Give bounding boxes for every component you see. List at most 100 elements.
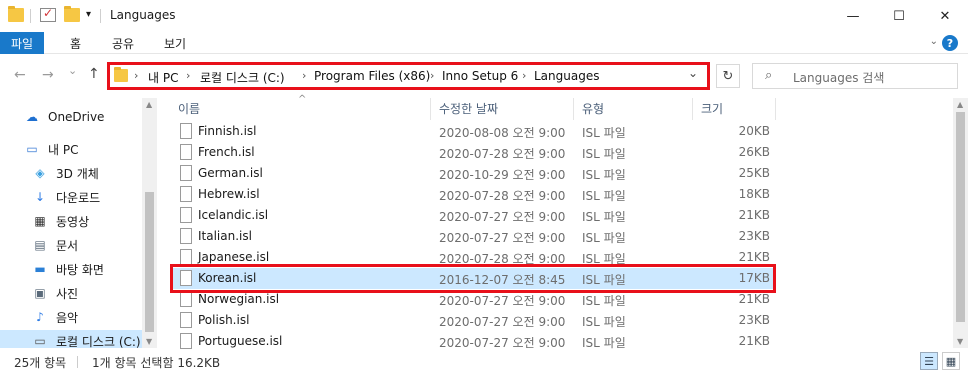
address-dropdown-icon[interactable]: ⌄ xyxy=(688,66,698,80)
column-size[interactable]: 크기 xyxy=(693,98,776,120)
help-button[interactable]: ? xyxy=(942,35,958,51)
scroll-up-icon[interactable]: ▲ xyxy=(957,100,963,109)
file-type: ISL 파일 xyxy=(582,210,626,224)
refresh-button[interactable]: ↻ xyxy=(716,64,740,88)
back-button[interactable]: ← xyxy=(14,67,26,83)
recent-locations-button[interactable]: ⌄ xyxy=(68,64,77,77)
file-type: ISL 파일 xyxy=(582,168,626,182)
scroll-up-icon[interactable]: ▲ xyxy=(146,100,152,109)
divider xyxy=(77,356,78,368)
sidebar-item-local-disk[interactable]: ▭ 로컬 디스크 (C:) xyxy=(0,330,142,348)
large-icons-view-button[interactable]: ▦ xyxy=(942,352,960,370)
sidebar-item-documents[interactable]: ▤ 문서 xyxy=(0,234,140,256)
sidebar-item-label: 내 PC xyxy=(48,142,79,157)
file-type: ISL 파일 xyxy=(582,231,626,245)
table-row[interactable]: Finnish.isl 2020-08-08 오전 9:00 ISL 파일 20KB xyxy=(170,121,776,142)
file-date: 2020-10-29 오전 9:00 xyxy=(439,168,566,182)
breadcrumb-this-pc[interactable]: 내 PC xyxy=(148,69,178,86)
breadcrumb-program-files[interactable]: Program Files (x86) xyxy=(314,69,430,83)
breadcrumb-separator[interactable]: › xyxy=(302,69,306,82)
table-row[interactable]: Polish.isl 2020-07-27 오전 9:00 ISL 파일 23KB xyxy=(170,310,776,331)
table-row[interactable]: Hebrew.isl 2020-07-28 오전 9:00 ISL 파일 18KB xyxy=(170,184,776,205)
tab-view[interactable]: 보기 xyxy=(152,32,198,54)
file-size: 20KB xyxy=(738,124,770,138)
sidebar-item-onedrive[interactable]: ☁ OneDrive xyxy=(0,106,140,128)
file-date: 2016-12-07 오전 8:45 xyxy=(439,273,566,287)
disk-icon: ▭ xyxy=(34,334,46,348)
file-icon xyxy=(180,207,192,223)
breadcrumb-separator[interactable]: › xyxy=(134,69,138,82)
table-row[interactable]: French.isl 2020-07-28 오전 9:00 ISL 파일 26KB xyxy=(170,142,776,163)
file-name: Portuguese.isl xyxy=(198,334,283,348)
file-size: 21KB xyxy=(738,250,770,264)
column-name[interactable]: 이름 xyxy=(170,98,431,120)
search-box[interactable]: ⌕ Languages 검색 xyxy=(752,63,958,89)
title-bar: ▾ Languages — ☐ ✕ xyxy=(0,0,968,32)
breadcrumb-inno-setup[interactable]: Inno Setup 6 xyxy=(442,69,518,83)
forward-button[interactable]: → xyxy=(42,67,54,83)
sidebar-item-desktop[interactable]: ▬ 바탕 화면 xyxy=(0,258,140,280)
column-date[interactable]: 수정한 날짜 xyxy=(431,98,574,120)
sidebar-item-label: 다운로드 xyxy=(56,190,101,205)
sidebar-item-downloads[interactable]: ↓ 다운로드 xyxy=(0,186,140,208)
sidebar-item-this-pc[interactable]: ▭ 내 PC xyxy=(0,138,140,160)
file-icon xyxy=(180,144,192,160)
file-list-scrollbar-thumb[interactable] xyxy=(956,112,965,322)
tab-home[interactable]: 홈 xyxy=(58,32,93,54)
sidebar-item-music[interactable]: ♪ 음악 xyxy=(0,306,140,328)
sidebar-item-pictures[interactable]: ▣ 사진 xyxy=(0,282,140,304)
table-row[interactable]: Norwegian.isl 2020-07-27 오전 9:00 ISL 파일 21K… xyxy=(170,289,776,310)
table-row[interactable]: Icelandic.isl 2020-07-27 오전 9:00 ISL 파일 21K… xyxy=(170,205,776,226)
file-date: 2020-07-27 오전 9:00 xyxy=(439,315,566,329)
file-icon xyxy=(180,291,192,307)
properties-icon[interactable] xyxy=(40,6,56,22)
file-name: Hebrew.isl xyxy=(198,187,260,201)
navigation-scrollbar-thumb[interactable] xyxy=(145,192,154,332)
column-type[interactable]: 유형 xyxy=(574,98,693,120)
video-icon: ▦ xyxy=(34,214,46,228)
file-name: Korean.isl xyxy=(198,271,257,285)
file-size: 26KB xyxy=(738,145,770,159)
file-type: ISL 파일 xyxy=(582,189,626,203)
maximize-button[interactable]: ☐ xyxy=(876,0,922,32)
breadcrumb-separator[interactable]: › xyxy=(186,69,190,82)
file-name: Finnish.isl xyxy=(198,124,257,138)
file-name: French.isl xyxy=(198,145,255,159)
minimize-button[interactable]: — xyxy=(830,0,876,32)
download-icon: ↓ xyxy=(34,190,46,204)
file-name: Polish.isl xyxy=(198,313,250,327)
file-date: 2020-08-08 오전 9:00 xyxy=(439,126,566,140)
breadcrumb-separator[interactable]: › xyxy=(430,69,434,82)
file-type: ISL 파일 xyxy=(582,294,626,308)
breadcrumb-languages[interactable]: Languages xyxy=(534,69,599,83)
up-button[interactable]: ↑ xyxy=(88,66,100,82)
customize-toolbar-icon[interactable]: ▾ xyxy=(86,9,91,20)
file-size: 23KB xyxy=(738,229,770,243)
file-name: Icelandic.isl xyxy=(198,208,269,222)
expand-ribbon-icon[interactable]: ⌄ xyxy=(930,36,938,47)
file-explorer-window: ▾ Languages — ☐ ✕ 파일 홈 공유 보기 ⌄ ? ← → ⌄ ↑… xyxy=(0,0,968,373)
tab-share[interactable]: 공유 xyxy=(100,32,146,54)
file-icon xyxy=(180,228,192,244)
table-row[interactable]: Portuguese.isl 2020-07-27 오전 9:00 ISL 파일 21… xyxy=(170,331,776,352)
new-folder-icon[interactable] xyxy=(64,6,80,22)
sidebar-item-label: 동영상 xyxy=(56,214,90,229)
sidebar-item-3d-objects[interactable]: ◈ 3D 개체 xyxy=(0,162,140,184)
table-row[interactable]: German.isl 2020-10-29 오전 9:00 ISL 파일 25KB xyxy=(170,163,776,184)
details-view-button[interactable]: ☰ xyxy=(920,352,938,370)
file-type: ISL 파일 xyxy=(582,147,626,161)
table-row[interactable]: Italian.isl 2020-07-27 오전 9:00 ISL 파일 23KB xyxy=(170,226,776,247)
sidebar-item-videos[interactable]: ▦ 동영상 xyxy=(0,210,140,232)
scroll-down-icon[interactable]: ▼ xyxy=(957,337,963,346)
address-bar[interactable]: › 내 PC › 로컬 디스크 (C:) › Program Files (x8… xyxy=(107,62,710,90)
close-button[interactable]: ✕ xyxy=(922,0,968,32)
scroll-down-icon[interactable]: ▼ xyxy=(146,337,152,346)
table-row[interactable]: Japanese.isl 2020-07-28 오전 9:00 ISL 파일 21KB xyxy=(170,247,776,268)
table-row[interactable]: Korean.isl 2016-12-07 오전 8:45 ISL 파일 17KB xyxy=(170,268,776,289)
breadcrumb-separator[interactable]: › xyxy=(522,69,526,82)
file-date: 2020-07-27 오전 9:00 xyxy=(439,294,566,308)
breadcrumb-local-disk[interactable]: 로컬 디스크 (C:) xyxy=(200,69,285,86)
window-title: Languages xyxy=(110,8,176,22)
tab-file[interactable]: 파일 xyxy=(0,32,44,54)
sidebar-item-label: 바탕 화면 xyxy=(56,262,104,277)
